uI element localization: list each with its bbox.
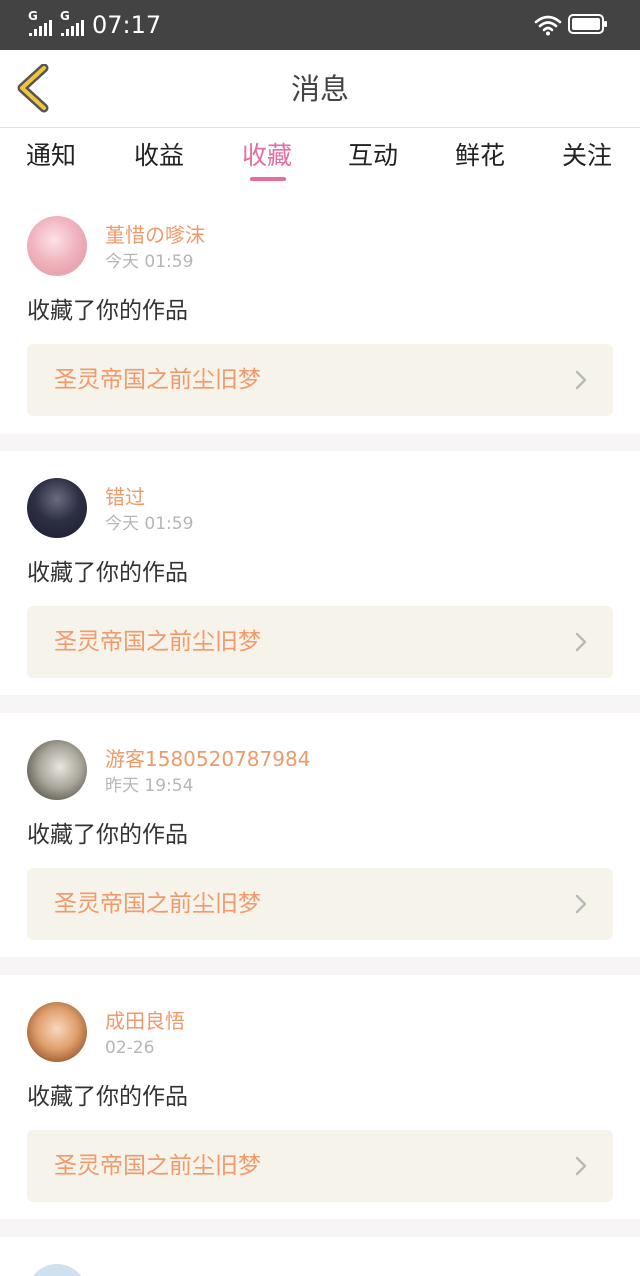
status-time: 07:17: [92, 11, 162, 39]
tab-favorites[interactable]: 收藏: [242, 140, 292, 172]
avatar[interactable]: [27, 216, 87, 276]
message-action: 收藏了你的作品: [27, 560, 188, 586]
work-title: 圣灵帝国之前尘旧梦: [54, 891, 261, 917]
wifi-icon: [534, 15, 562, 36]
tab-interactions[interactable]: 互动: [348, 140, 398, 172]
tab-bar: 通知 收益 收藏 互动 鲜花 关注: [0, 128, 640, 198]
message-card: 错过 今天 01:59 收藏了你的作品 圣灵帝国之前尘旧梦: [0, 451, 640, 695]
chevron-right-icon: [575, 370, 587, 390]
chevron-right-icon: [575, 1156, 587, 1176]
signal-strength-icon: G: [28, 10, 56, 36]
message-action: 收藏了你的作品: [27, 298, 188, 324]
battery-icon: [568, 14, 607, 34]
signal-strength-icon-2: G: [60, 10, 88, 36]
username[interactable]: 堇惜の嗲沫: [105, 222, 205, 248]
work-link[interactable]: 圣灵帝国之前尘旧梦: [27, 606, 613, 678]
tab-flowers[interactable]: 鲜花: [455, 140, 505, 172]
avatar[interactable]: [27, 1264, 87, 1276]
avatar[interactable]: [27, 1002, 87, 1062]
username[interactable]: 成田良悟: [105, 1008, 185, 1034]
message-time: 今天 01:59: [105, 252, 194, 272]
message-card: 成田良悟 02-26 收藏了你的作品 圣灵帝国之前尘旧梦: [0, 975, 640, 1219]
message-action: 收藏了你的作品: [27, 822, 188, 848]
tab-notifications[interactable]: 通知: [26, 140, 76, 172]
chevron-right-icon: [575, 632, 587, 652]
page-title: 消息: [290, 72, 349, 106]
active-tab-indicator: [250, 177, 286, 181]
username[interactable]: 游客1580520787984: [105, 746, 310, 772]
message-time: 昨天 19:54: [105, 776, 194, 796]
message-action: 收藏了你的作品: [27, 1084, 188, 1110]
message-time: 02-26: [105, 1038, 155, 1058]
work-link[interactable]: 圣灵帝国之前尘旧梦: [27, 868, 613, 940]
nav-bar: 消息: [0, 50, 640, 128]
message-card: 堇惜の嗲沫 今天 01:59 收藏了你的作品 圣灵帝国之前尘旧梦: [0, 198, 640, 434]
work-title: 圣灵帝国之前尘旧梦: [54, 367, 261, 393]
message-time: 今天 01:59: [105, 514, 194, 534]
avatar[interactable]: [27, 740, 87, 800]
work-title: 圣灵帝国之前尘旧梦: [54, 629, 261, 655]
chevron-right-icon: [575, 894, 587, 914]
tab-follows[interactable]: 关注: [562, 140, 612, 172]
work-title: 圣灵帝国之前尘旧梦: [54, 1153, 261, 1179]
message-card: 游客1580520787984 昨天 19:54 收藏了你的作品 圣灵帝国之前尘…: [0, 713, 640, 957]
work-link[interactable]: 圣灵帝国之前尘旧梦: [27, 344, 613, 416]
tab-earnings[interactable]: 收益: [134, 140, 184, 172]
username[interactable]: 错过: [105, 484, 145, 510]
status-bar: G G 07:17: [0, 0, 640, 50]
work-link[interactable]: 圣灵帝国之前尘旧梦: [27, 1130, 613, 1202]
avatar[interactable]: [27, 478, 87, 538]
message-card-partial: [0, 1237, 640, 1276]
